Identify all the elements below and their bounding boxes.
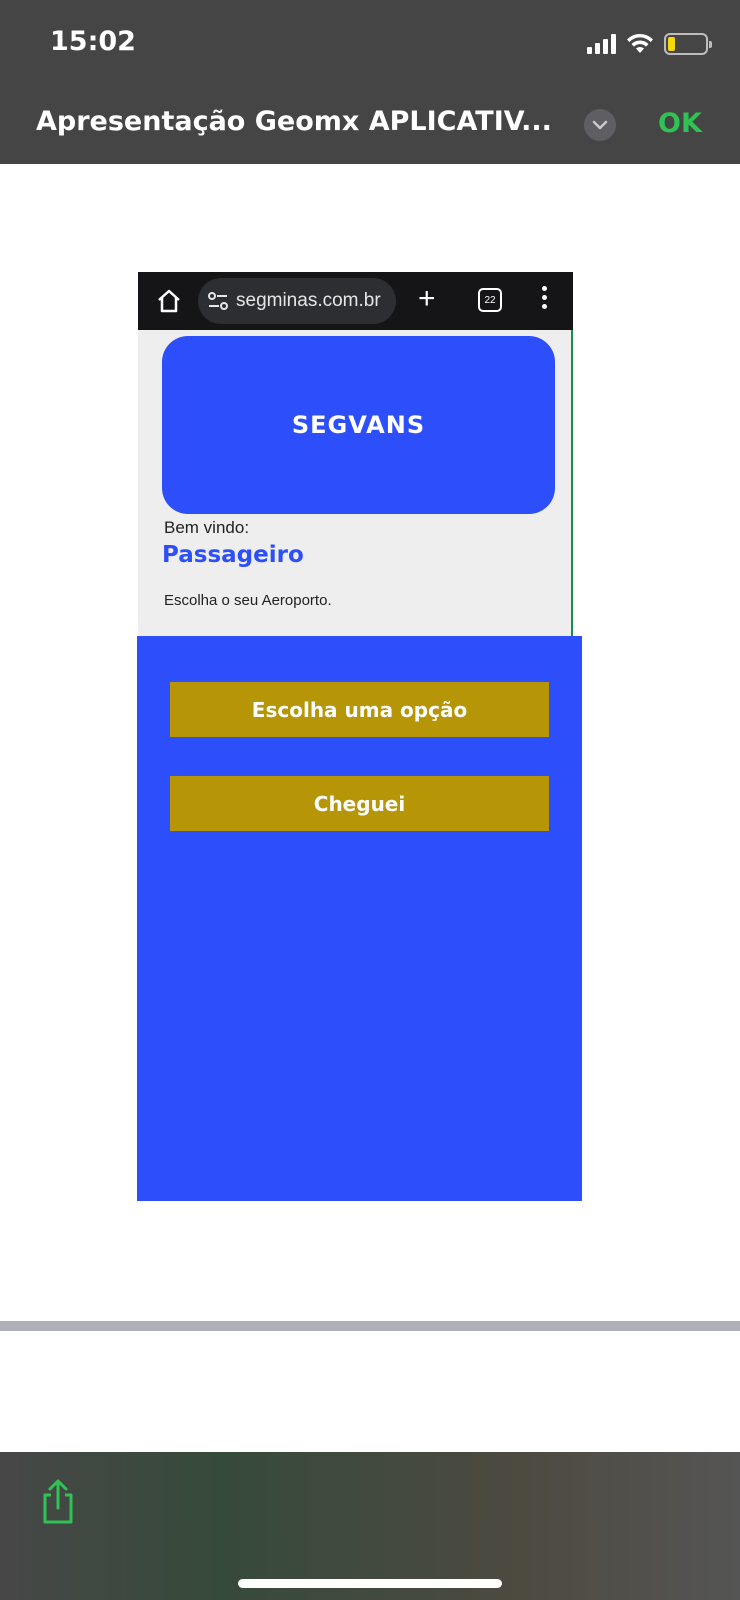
new-tab-icon: + [418,282,436,315]
choose-option-button: Escolha uma opção [170,682,549,737]
embedded-app-header: SEGVANS Bem vindo: Passageiro Escolha o … [138,330,573,636]
welcome-label: Bem vindo: [164,518,250,537]
status-time: 15:02 [50,26,136,57]
home-icon [158,289,180,313]
url-bar: segminas.com.br [198,278,396,324]
chevron-down-icon [592,120,608,130]
tabs-count-icon: 22 [478,288,502,312]
top-bar: 15:02 Apresentação Geomx APLICATIV... OK [0,0,740,164]
brand-title: SEGVANS [291,411,426,439]
page-divider [0,1321,740,1331]
cellular-signal-icon [587,34,616,54]
home-indicator[interactable] [238,1579,502,1588]
bottom-toolbar [0,1452,740,1600]
brand-banner: SEGVANS [162,336,555,514]
user-role: Passageiro [162,542,304,568]
site-settings-icon [208,292,228,310]
arrived-button: Cheguei [170,776,549,831]
instruction-text: Escolha o seu Aeroporto. [164,592,332,609]
battery-icon [664,33,712,55]
document-title: Apresentação Geomx APLICATIV... [36,106,552,137]
embedded-browser-toolbar: segminas.com.br + 22 [138,272,573,330]
ok-button[interactable]: OK [658,108,702,139]
quick-look-viewer: 15:02 Apresentação Geomx APLICATIV... OK [0,0,740,1600]
title-menu-button[interactable] [584,109,616,141]
wifi-icon [627,33,653,53]
url-text: segminas.com.br [236,290,381,311]
embedded-app-body: Escolha uma opção Cheguei [137,636,582,1201]
status-icons [587,30,712,58]
share-icon[interactable] [38,1478,78,1526]
more-menu-icon [542,286,547,309]
